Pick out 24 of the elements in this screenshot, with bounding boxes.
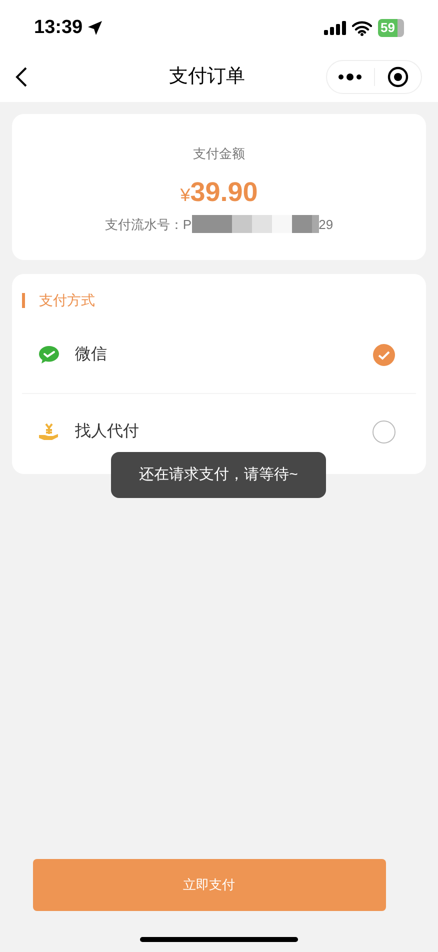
- serial-tail: 29: [318, 216, 334, 234]
- signal-icon: [324, 21, 346, 35]
- wifi-icon: [352, 20, 372, 36]
- serial-label: 支付流水号：P: [104, 216, 192, 234]
- status-time: 13:39: [34, 16, 83, 40]
- radio-circle-icon[interactable]: [372, 420, 396, 444]
- selected-check-icon[interactable]: [372, 343, 396, 367]
- chat-bubble-icon: [38, 345, 60, 365]
- back-icon[interactable]: [14, 66, 28, 88]
- capsule-menu[interactable]: [326, 60, 422, 94]
- payment-toast: 还在请求支付，请等待~: [111, 452, 326, 498]
- method-label: 找人代付: [75, 422, 140, 442]
- amount-value: 39.90: [190, 176, 258, 208]
- section-title: 支付方式: [39, 291, 95, 310]
- more-icon[interactable]: [338, 73, 362, 81]
- currency-symbol: ¥: [180, 184, 190, 206]
- payment-method-row[interactable]: 微信: [22, 317, 416, 393]
- location-arrow-icon: [86, 20, 103, 36]
- page-title: 支付订单: [169, 64, 245, 89]
- method-label: 微信: [75, 345, 108, 365]
- hand-coin-icon: [38, 422, 60, 442]
- amount-label: 支付金额: [193, 145, 245, 163]
- close-target-icon[interactable]: [386, 66, 409, 88]
- battery-indicator: 59: [378, 19, 404, 37]
